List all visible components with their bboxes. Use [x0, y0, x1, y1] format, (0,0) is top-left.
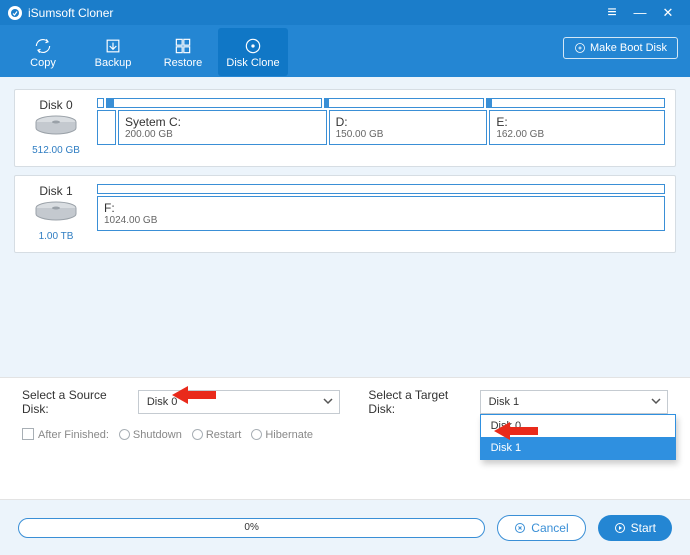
copy-label: Copy [30, 57, 56, 69]
make-boot-disk-button[interactable]: Make Boot Disk [563, 37, 678, 59]
diskclone-label: Disk Clone [226, 57, 279, 69]
partition-name: D: [336, 115, 481, 129]
partition-box[interactable] [97, 110, 116, 145]
partition-box[interactable]: D:150.00 GB [329, 110, 488, 145]
partition-usage-bar [97, 184, 665, 194]
partition-box[interactable]: E:162.00 GB [489, 110, 665, 145]
play-icon [614, 522, 626, 534]
partition-size: 1024.00 GB [104, 215, 658, 226]
toolbar: Copy Backup Restore Disk Clone Make Boot… [0, 25, 690, 77]
target-disk-select[interactable]: Disk 1 Disk 0 Disk 1 [480, 390, 668, 414]
restore-label: Restore [164, 57, 203, 69]
target-disk-label: Select a Target Disk: [368, 388, 473, 416]
copy-tab[interactable]: Copy [8, 28, 78, 76]
partition-size: 162.00 GB [496, 129, 658, 140]
disk-card[interactable]: Disk 0 512.00 GBSyetem C:200.00 GBD:150.… [14, 89, 676, 167]
minimize-button[interactable]: — [626, 5, 654, 20]
partition-box[interactable]: F:1024.00 GB [97, 196, 665, 231]
footer: 0% Cancel Start [0, 499, 690, 555]
restart-radio[interactable]: Restart [192, 429, 241, 441]
backup-icon [103, 35, 123, 57]
restore-tab[interactable]: Restore [148, 28, 218, 76]
partition-name: F: [104, 201, 658, 215]
partition-usage-bar [486, 98, 665, 108]
partition-size: 150.00 GB [336, 129, 481, 140]
hibernate-radio[interactable]: Hibernate [251, 429, 313, 441]
annotation-arrow-icon [494, 420, 538, 447]
hdd-icon [25, 114, 87, 143]
options-panel: Select a Source Disk: Disk 0 Select a Ta… [0, 377, 690, 467]
partition-name: E: [496, 115, 658, 129]
after-finished-label: After Finished: [38, 429, 109, 441]
partition-name: Syetem C: [125, 115, 320, 129]
progress-text: 0% [244, 522, 258, 533]
source-disk-select[interactable]: Disk 0 [138, 390, 340, 414]
start-button[interactable]: Start [598, 515, 672, 541]
bootdisk-label: Make Boot Disk [590, 42, 667, 54]
disk-name: Disk 0 [25, 98, 87, 112]
cancel-icon [514, 522, 526, 534]
backup-tab[interactable]: Backup [78, 28, 148, 76]
title-bar: iSumsoft Cloner ≡ — ✕ [0, 0, 690, 25]
source-disk-label: Select a Source Disk: [22, 388, 132, 416]
bootdisk-icon [574, 42, 586, 54]
menu-button[interactable]: ≡ [598, 6, 626, 20]
diskclone-icon [243, 35, 263, 57]
app-logo-icon [8, 6, 22, 20]
diskclone-tab[interactable]: Disk Clone [218, 28, 288, 76]
progress-bar: 0% [18, 518, 485, 538]
disk-card[interactable]: Disk 1 1.00 TB F:1024.00 GB [14, 175, 676, 253]
partition-usage-bar [97, 98, 104, 108]
hdd-icon [25, 200, 87, 229]
target-disk-value: Disk 1 [489, 396, 520, 408]
copy-icon [33, 35, 53, 57]
disk-list-panel: Disk 0 512.00 GBSyetem C:200.00 GBD:150.… [0, 77, 690, 377]
disk-name: Disk 1 [25, 184, 87, 198]
partition-usage-bar [106, 98, 321, 108]
restore-icon [173, 35, 193, 57]
cancel-button[interactable]: Cancel [497, 515, 585, 541]
partition-usage-bar [324, 98, 484, 108]
backup-label: Backup [95, 57, 132, 69]
partition-box[interactable]: Syetem C:200.00 GB [118, 110, 327, 145]
chevron-down-icon [323, 396, 333, 409]
disk-size: 1.00 TB [25, 231, 87, 242]
app-title: iSumsoft Cloner [28, 6, 598, 20]
partition-size: 200.00 GB [125, 129, 320, 140]
cancel-label: Cancel [531, 521, 568, 535]
close-button[interactable]: ✕ [654, 5, 682, 21]
annotation-arrow-icon [172, 384, 216, 411]
shutdown-radio[interactable]: Shutdown [119, 429, 182, 441]
after-finished-checkbox[interactable]: After Finished: [22, 428, 109, 441]
start-label: Start [631, 521, 656, 535]
chevron-down-icon [651, 396, 661, 409]
disk-size: 512.00 GB [25, 145, 87, 156]
